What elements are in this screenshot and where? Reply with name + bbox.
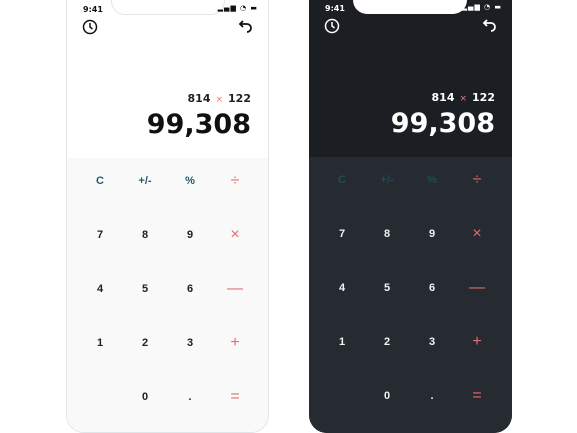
key-7[interactable]: 7 <box>80 220 120 250</box>
key-0[interactable]: 0 <box>367 381 407 411</box>
key-decimal[interactable]: . <box>170 382 210 412</box>
operand-right: 122 <box>472 91 495 104</box>
key-sign[interactable]: +/- <box>367 165 407 195</box>
key-percent[interactable]: % <box>170 166 210 196</box>
key-7[interactable]: 7 <box>322 219 362 249</box>
key-3[interactable]: 3 <box>170 328 210 358</box>
result-display: 99,308 <box>146 109 251 140</box>
key-8[interactable]: 8 <box>125 220 165 250</box>
clock-icon[interactable] <box>81 18 99 36</box>
key-equals[interactable]: = <box>457 381 497 411</box>
keypad: C +/-% ÷ 7 8 9 × 4 5 6— 1 2 3 +0. = <box>67 158 268 432</box>
key-3[interactable]: 3 <box>412 327 452 357</box>
key-0[interactable]: 0 <box>125 382 165 412</box>
operand-left: 814 <box>187 92 211 105</box>
key-clear[interactable]: C <box>322 165 362 195</box>
key-1[interactable]: 1 <box>80 328 120 358</box>
key-divide[interactable]: ÷ <box>215 166 255 196</box>
expression: 814 × 122 <box>432 91 495 104</box>
key-4[interactable]: 4 <box>322 273 362 303</box>
key-decimal[interactable]: . <box>412 381 452 411</box>
key-subtract[interactable]: — <box>215 274 255 304</box>
key-percent[interactable]: % <box>412 165 452 195</box>
status-time: 9:41 <box>83 5 103 14</box>
key-1[interactable]: 1 <box>322 327 362 357</box>
operand-left: 814 <box>431 91 455 104</box>
notch <box>111 0 225 15</box>
clock-icon[interactable] <box>323 17 341 35</box>
key-9[interactable]: 9 <box>170 220 210 250</box>
key-6[interactable]: 6 <box>412 273 452 303</box>
key-2[interactable]: 2 <box>125 328 165 358</box>
expression: 814 × 122 <box>188 92 251 105</box>
key-subtract[interactable]: — <box>457 273 497 303</box>
result-display: 99,308 <box>390 108 495 139</box>
key-2[interactable]: 2 <box>367 327 407 357</box>
key-5[interactable]: 5 <box>367 273 407 303</box>
operand-right: 122 <box>228 92 251 105</box>
undo-icon[interactable] <box>480 17 498 35</box>
key-divide[interactable]: ÷ <box>457 165 497 195</box>
status-time: 9:41 <box>325 4 345 13</box>
key-6[interactable]: 6 <box>170 274 210 304</box>
keypad: C +/-% ÷ 7 8 9 × 4 5 6— 1 2 3 +0. = <box>309 157 512 433</box>
key-sign[interactable]: +/- <box>125 166 165 196</box>
calculator-dark: 9:41 ▂▄▆ ◔ ▬ 814 × 122 99,308 C +/-% ÷ 7 8 9 × 4 5… <box>309 0 512 433</box>
notch <box>353 0 467 14</box>
key-multiply[interactable]: × <box>215 220 255 250</box>
key-equals[interactable]: = <box>215 382 255 412</box>
undo-icon[interactable] <box>236 18 254 36</box>
key-5[interactable]: 5 <box>125 274 165 304</box>
key-8[interactable]: 8 <box>367 219 407 249</box>
operator: × <box>459 94 468 104</box>
key-multiply[interactable]: × <box>457 219 497 249</box>
key-9[interactable]: 9 <box>412 219 452 249</box>
key-add[interactable]: + <box>215 328 255 358</box>
key-4[interactable]: 4 <box>80 274 120 304</box>
operator: × <box>215 95 224 105</box>
key-clear[interactable]: C <box>80 166 120 196</box>
status-icons: ▂▄▆ ◔ ▬ <box>217 4 258 12</box>
key-add[interactable]: + <box>457 327 497 357</box>
calculator-light: 9:41 ▂▄▆ ◔ ▬ 814 × 122 99,308 C +/-% ÷ 7 8 9 × 4 5… <box>66 0 269 433</box>
status-icons: ▂▄▆ ◔ ▬ <box>461 3 502 11</box>
